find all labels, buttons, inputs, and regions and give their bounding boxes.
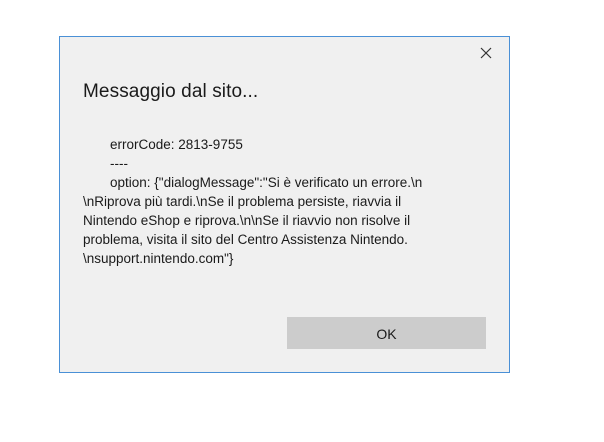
ok-button[interactable]: OK	[287, 317, 486, 349]
message-line: errorCode: 2813-9755	[110, 137, 243, 152]
close-icon	[480, 47, 492, 59]
alert-dialog: Messaggio dal sito... errorCode: 2813-97…	[59, 36, 510, 373]
dialog-message: errorCode: 2813-9755 ---- option: {"dial…	[83, 135, 493, 268]
message-line: \nRiprova più tardi.\nSe il problema per…	[83, 194, 402, 209]
message-line: \nsupport.nintendo.com"}	[83, 251, 234, 266]
message-line: option: {"dialogMessage":"Si è verificat…	[110, 175, 423, 190]
close-button[interactable]	[477, 44, 495, 62]
dialog-title: Messaggio dal sito...	[83, 81, 259, 102]
message-line: ----	[110, 156, 128, 171]
message-line: Nintendo eShop e riprova.\n\nSe il riavv…	[83, 213, 411, 228]
message-line: problema, visita il sito del Centro Assi…	[83, 232, 408, 247]
